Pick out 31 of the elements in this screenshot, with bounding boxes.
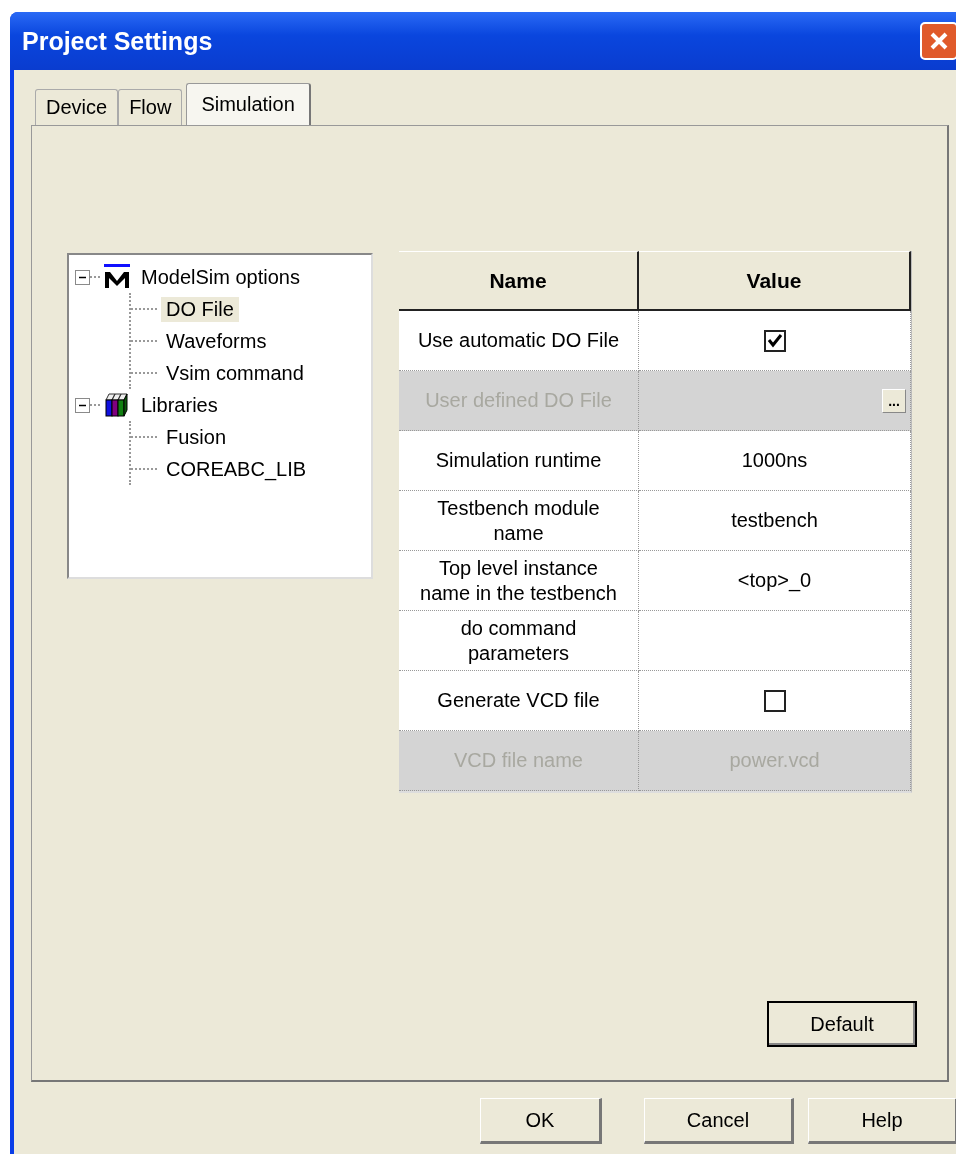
window-title: Project Settings [22,26,213,56]
checkbox[interactable] [763,329,786,352]
expander-icon[interactable] [75,397,90,413]
table-cell: testbench [639,491,911,551]
tree-item[interactable]: Libraries [136,392,223,418]
tab[interactable]: Flow [118,89,183,125]
tab[interactable]: Simulation [186,83,311,125]
table-cell: do command parameters [399,611,639,671]
table-cell: 1000ns [639,431,911,491]
tree-item[interactable]: COREABC_LIB [161,456,312,482]
table-cell: Top level instance name in the testbench [399,551,639,611]
table-cell: Testbench module name [399,491,639,551]
table-cell: Simulation runtime [399,431,639,491]
column-header[interactable]: Name [399,251,639,311]
dialog-button[interactable]: Cancel [644,1098,794,1144]
m-logo-icon [102,264,132,290]
tree-item[interactable]: ModelSim options [136,264,305,290]
checkbox[interactable] [763,689,786,712]
tree-item[interactable]: Vsim command [161,360,309,386]
close-button[interactable] [920,22,956,60]
tree-item[interactable]: Waveforms [161,328,272,354]
column-header[interactable]: Value [639,251,911,311]
default-button[interactable]: Default [767,1001,917,1047]
tree-item[interactable]: Fusion [161,424,232,450]
dialog-button[interactable]: Help [808,1098,956,1144]
dialog-button[interactable]: OK [480,1098,602,1144]
tree-item[interactable]: DO File [161,296,239,322]
close-icon [928,30,950,52]
table-cell: <top>_0 [639,551,911,611]
expander-icon[interactable] [75,269,90,285]
tab[interactable]: Device [35,89,119,125]
